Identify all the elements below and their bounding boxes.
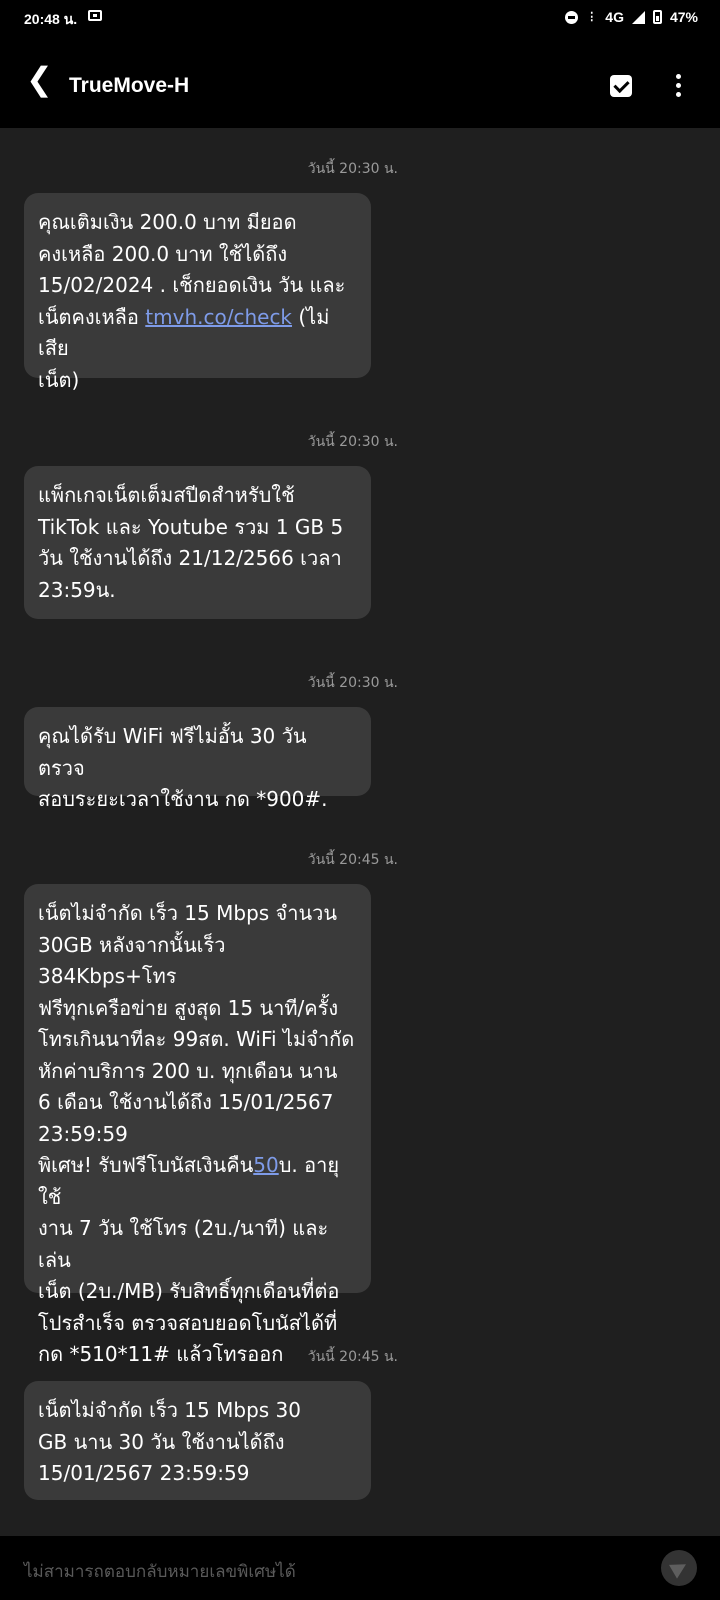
message-timestamp: วันนี้ 20:30 น. [307,434,398,450]
message-link[interactable]: tmvh.co/check [145,305,292,329]
composer-bar: ไม่สามารถตอบกลับหมายเลขพิเศษได้ [0,1536,720,1600]
select-check-icon[interactable] [610,75,632,97]
message-bubble[interactable]: เน็ตไม่จำกัด เร็ว 15 Mbps จำนวน 30GB หลั… [24,884,371,1366]
send-icon[interactable] [661,1550,697,1586]
battery-percent: 47% [669,9,698,25]
signal-icon [631,10,645,24]
status-time: 20:48 น. [24,11,78,27]
message-bubble[interactable]: เน็ตไม่จำกัด เร็ว 15 Mbps 30 GB นาน 30 ว… [24,1381,371,1500]
message-text: แพ็กเกจเน็ตเต็มสปีดสำหรับใช้ TikTok และ … [38,483,344,602]
battery-icon [652,10,662,24]
message-text: เน็ตไม่จำกัด เร็ว 15 Mbps 30 GB นาน 30 ว… [38,1398,301,1485]
message-bubble[interactable]: คุณเติมเงิน 200.0 บาท มียอด คงเหลือ 200.… [24,193,371,392]
message-text: เน็ตไม่จำกัด เร็ว 15 Mbps จำนวน 30GB หลั… [38,901,355,1177]
status-icons: ⋮ 4G 47% [565,9,698,25]
volte-icon: ⋮ [586,11,598,23]
message-timestamp: วันนี้ 20:30 น. [307,675,398,691]
composer-disabled-text: ไม่สามารถตอบกลับหมายเลขพิเศษได้ [24,1562,296,1582]
conversation-header: ❮ TrueMove-H [0,34,720,128]
network-type: 4G [605,9,624,25]
message-bubble[interactable]: คุณได้รับ WiFi ฟรีไม่อั้น 30 วัน ตรวจ สอ… [24,707,371,811]
back-icon[interactable]: ❮ [26,63,56,95]
message-link[interactable]: 50 [253,1153,278,1177]
conversation-title: TrueMove-H [69,74,190,97]
message-text: บ. อายุใช้ งาน 7 วัน ใช้โทร (2บ./นาที) แ… [38,1153,340,1366]
message-timestamp: วันนี้ 20:45 น. [307,1349,398,1365]
message-bubble[interactable]: แพ็กเกจเน็ตเต็มสปีดสำหรับใช้ TikTok และ … [24,466,371,619]
message-timestamp: วันนี้ 20:30 น. [307,161,398,177]
message-timestamp: วันนี้ 20:45 น. [307,852,398,868]
gallery-icon [88,10,102,21]
status-bar: 20:48 น. ⋮ 4G 47% [0,0,720,34]
dnd-icon [565,10,579,24]
more-options-icon[interactable] [668,74,688,100]
message-text: คุณได้รับ WiFi ฟรีไม่อั้น 30 วัน ตรวจ สอ… [38,724,328,811]
